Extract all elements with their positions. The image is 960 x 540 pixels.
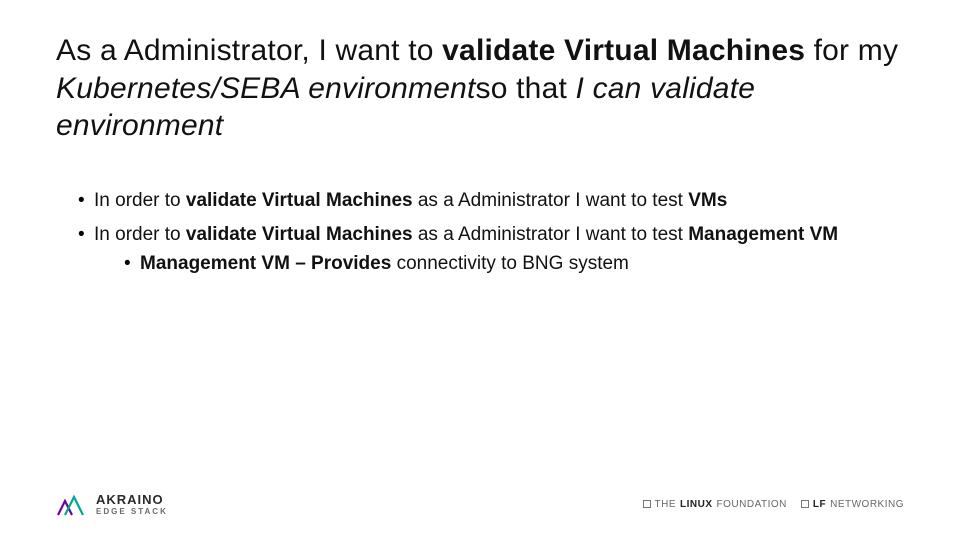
lf-networking-logo: LF NETWORKING [801, 499, 904, 510]
b2a-p1: Management VM – Provides [140, 253, 391, 274]
lf-bold: LINUX [680, 499, 713, 510]
slide: As a Administrator, I want to validate V… [0, 0, 960, 540]
title-seg1: As a Administrator, I want to [56, 34, 442, 67]
title-seg3: for my [805, 34, 898, 67]
square-icon [801, 500, 809, 508]
lf-tail: FOUNDATION [717, 499, 787, 510]
bullet-list: In order to validate Virtual Machines as… [56, 187, 904, 279]
b2a-p2: connectivity to BNG system [391, 253, 629, 274]
b2-p3: as a Administrator I want to test [413, 224, 689, 245]
square-icon [643, 500, 651, 508]
footer: AKRAINO EDGE STACK THE LINUX FOUNDATION … [0, 486, 960, 522]
akraino-logo: AKRAINO EDGE STACK [56, 491, 168, 517]
b2-p2: validate Virtual Machines [186, 224, 413, 245]
list-item: In order to validate Virtual Machines as… [78, 221, 904, 278]
lfn-tail: NETWORKING [830, 499, 904, 510]
lfn-bold: LF [813, 499, 826, 510]
akraino-bottom: EDGE STACK [96, 508, 168, 516]
akraino-text: AKRAINO EDGE STACK [96, 493, 168, 516]
title-seg4: Kubernetes/SEBA environment [56, 72, 476, 105]
linux-foundation-logo: THE LINUX FOUNDATION [643, 499, 787, 510]
title-seg5: so that [476, 72, 576, 105]
akraino-mark-icon [56, 491, 86, 517]
slide-title: As a Administrator, I want to validate V… [56, 32, 904, 145]
lf-thin: THE [655, 499, 677, 510]
title-seg2: validate Virtual Machines [442, 34, 805, 67]
list-item: In order to validate Virtual Machines as… [78, 187, 904, 216]
b2-p1: In order to [94, 224, 186, 245]
b1-p4: VMs [688, 190, 727, 211]
b1-p3: as a Administrator I want to test [413, 190, 689, 211]
list-item: Management VM – Provides connectivity to… [124, 250, 904, 279]
lf-logos: THE LINUX FOUNDATION LF NETWORKING [643, 499, 904, 510]
b1-p1: In order to [94, 190, 186, 211]
akraino-top: AKRAINO [96, 493, 168, 506]
b2-p4: Management VM [688, 224, 838, 245]
b1-p2: validate Virtual Machines [186, 190, 413, 211]
